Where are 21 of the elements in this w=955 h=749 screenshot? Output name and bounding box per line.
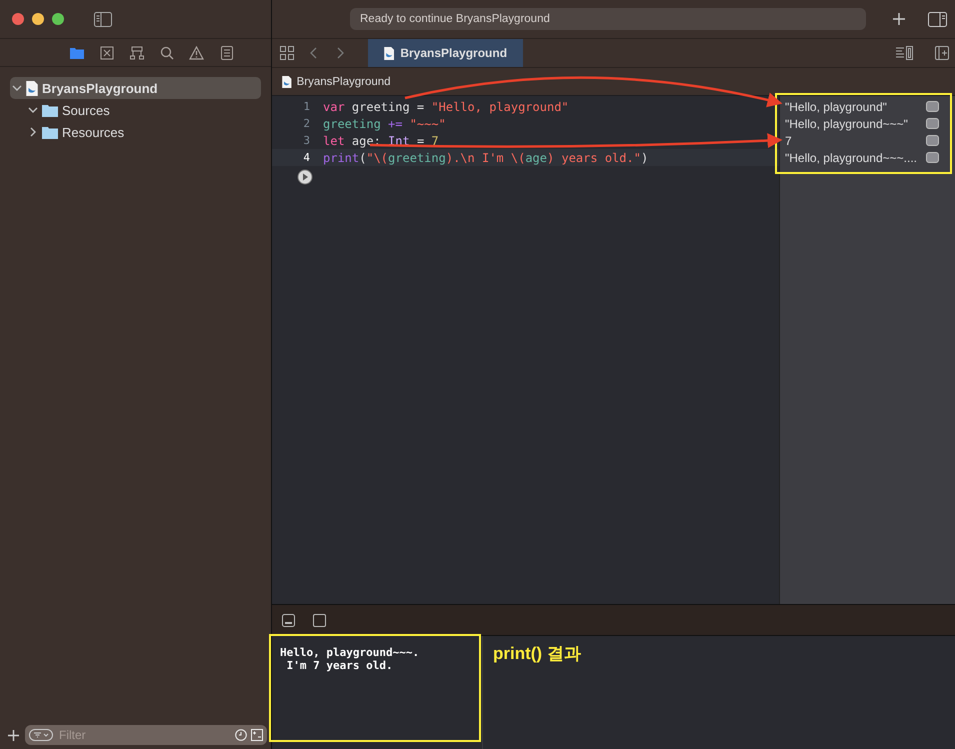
annotation-label: print() 결과 [493, 643, 582, 665]
line-number: 2 [302, 117, 311, 130]
result-value: 7 [785, 134, 792, 148]
filter-input[interactable]: Filter [57, 727, 231, 743]
code-line: var greeting = "Hello, playground" [323, 100, 569, 114]
line-number: 1 [302, 100, 311, 113]
code-line: print("\(greeting).\n I'm \(age) years old.") [323, 150, 648, 164]
tree-item[interactable]: Resources [26, 121, 261, 143]
result-value: "Hello, playground~~~" [785, 116, 908, 130]
tree-item[interactable]: BryansPlayground [10, 77, 261, 99]
code-line: greeting += "~~~" [323, 116, 446, 130]
console-output: Hello, playground~~~. I'm 7 years old. [280, 646, 420, 672]
editor-tab[interactable]: BryansPlayground [368, 39, 523, 67]
line-number: 4 [302, 151, 311, 164]
result-value: "Hello, playground~~~.... [785, 150, 918, 164]
jump-bar-item[interactable]: BryansPlayground [296, 76, 391, 88]
status-field: Ready to continue BryansPlayground [350, 8, 866, 30]
line-number: 3 [302, 134, 311, 147]
filter-field[interactable]: Filter [25, 725, 267, 745]
tree-item[interactable]: Sources [26, 99, 261, 121]
result-value: "Hello, playground" [785, 100, 887, 114]
